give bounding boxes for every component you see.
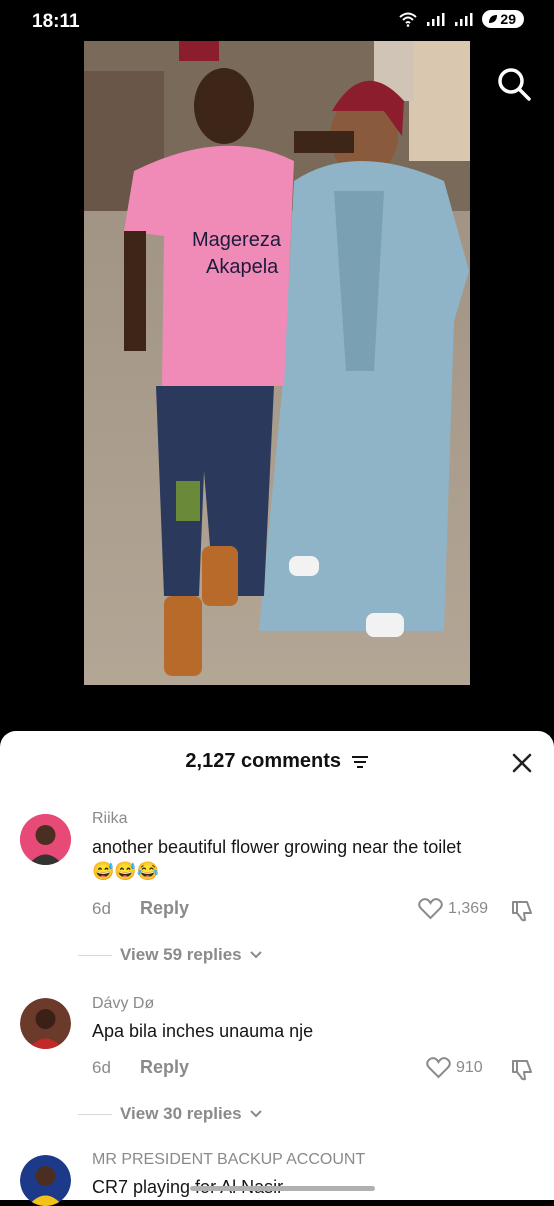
comment-text: another beautiful flower growing near th…: [92, 835, 532, 883]
close-icon[interactable]: [510, 751, 534, 775]
chevron-down-icon: [249, 951, 262, 959]
signal-icon: [427, 13, 445, 26]
home-indicator[interactable]: [190, 1186, 375, 1191]
like-button[interactable]: 910: [426, 1056, 483, 1079]
battery-icon: 29: [482, 10, 524, 28]
search-icon[interactable]: [494, 64, 534, 104]
leaf-icon: [489, 15, 498, 23]
status-bar: 18:11 29: [0, 0, 554, 42]
replies-divider: [78, 954, 112, 956]
comment-age: 6d: [92, 1058, 111, 1077]
avatar[interactable]: [20, 1155, 71, 1206]
chevron-down-icon: [249, 1110, 262, 1118]
comment-emoji: 😅😅😂: [92, 861, 160, 881]
filter-icon[interactable]: [351, 755, 369, 769]
status-time: 18:11: [32, 11, 80, 32]
avatar[interactable]: [20, 814, 71, 865]
comment-age: 6d: [92, 899, 111, 918]
avatar-image: [20, 814, 71, 865]
avatar-image: [20, 1155, 71, 1206]
signal-icon: [455, 13, 473, 26]
comments-sheet: 2,127 comments Riika another beautiful f…: [0, 731, 554, 1206]
view-replies-label: View 59 replies: [120, 945, 242, 964]
view-replies-label: View 30 replies: [120, 1104, 242, 1123]
heart-icon: [418, 898, 443, 920]
reply-button[interactable]: Reply: [140, 898, 189, 919]
avatar-image: [20, 998, 71, 1049]
view-replies-button[interactable]: View 59 replies: [78, 945, 262, 965]
like-button[interactable]: 1,369: [418, 897, 488, 920]
comments-count: 2,127 comments: [185, 750, 342, 772]
view-replies-button[interactable]: View 30 replies: [78, 1104, 262, 1124]
avatar[interactable]: [20, 998, 71, 1049]
like-count: 1,369: [448, 899, 489, 917]
heart-icon: [426, 1057, 451, 1079]
status-icons: 29: [398, 10, 524, 28]
reply-button[interactable]: Reply: [140, 1057, 189, 1078]
shirt-text-2: Akapela: [206, 256, 279, 278]
video-frame: Magereza Akapela: [84, 41, 470, 685]
comments-header: 2,127 comments: [0, 750, 554, 773]
wifi-icon: [399, 12, 418, 27]
like-count: 910: [456, 1058, 483, 1076]
comment-text-body: another beautiful flower growing near th…: [92, 837, 462, 857]
comment-username[interactable]: Dávy Dø: [92, 995, 154, 1013]
video-player[interactable]: Magereza Akapela: [84, 41, 470, 685]
dislike-icon[interactable]: [510, 1058, 534, 1082]
comment-username[interactable]: Riika: [92, 810, 128, 828]
comment-text: Apa bila inches unauma nje: [92, 1021, 314, 1041]
dislike-icon[interactable]: [510, 899, 534, 923]
comment-username[interactable]: MR PRESIDENT BACKUP ACCOUNT: [92, 1151, 365, 1169]
shirt-text-1: Magereza: [192, 229, 282, 251]
replies-divider: [78, 1113, 112, 1115]
battery-level: 29: [500, 11, 516, 27]
